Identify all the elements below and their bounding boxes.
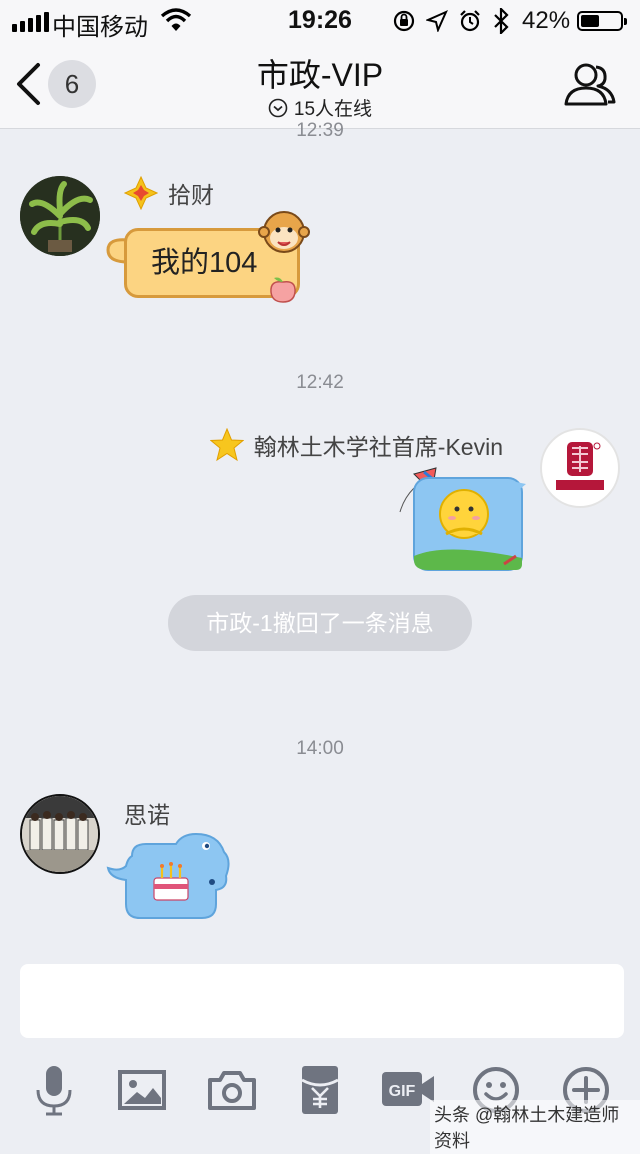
red-packet-icon[interactable]	[292, 1062, 348, 1118]
sender-name: 拾财	[124, 176, 214, 210]
sender-name-text: 思诺	[124, 802, 170, 828]
group-photo-icon	[22, 796, 98, 872]
timestamp: 12:42	[296, 372, 344, 393]
diamond-star-icon	[124, 176, 158, 210]
battery-percentage: 42%	[522, 7, 571, 34]
message-text: 我的104	[151, 247, 258, 279]
sender-name-text: 翰林土木学社首席-Kevin	[253, 434, 503, 460]
watermark-text: 头条 @翰林土木建造师资料	[430, 1100, 640, 1154]
avatar[interactable]	[20, 176, 100, 256]
peach-icon	[270, 277, 296, 303]
timestamp: 14:00	[296, 738, 344, 759]
camera-icon[interactable]	[204, 1062, 260, 1118]
sender-name: 思诺	[124, 796, 170, 830]
microphone-icon[interactable]	[26, 1062, 82, 1118]
online-status[interactable]: 15人在线	[0, 94, 640, 121]
gif-icon[interactable]: GIF	[378, 1062, 438, 1118]
avatar[interactable]	[540, 428, 620, 508]
sender-name: 翰林土木学社首席-Kevin	[209, 428, 503, 462]
alarm-icon	[460, 10, 480, 32]
plant-photo-icon	[20, 176, 100, 256]
battery-icon	[577, 11, 627, 31]
emoji-sticker-message[interactable]	[396, 464, 526, 576]
avatar[interactable]	[20, 794, 100, 874]
group-members-icon[interactable]	[562, 58, 616, 112]
status-bar: 中国移动 19:26 42%	[0, 0, 640, 41]
recall-notice: 市政-1撤回了一条消息	[168, 595, 472, 651]
gif-label: GIF	[389, 1083, 416, 1100]
monkey-sticker-icon	[258, 211, 310, 253]
online-count-label: 15人在线	[293, 99, 373, 120]
sender-name-text: 拾财	[168, 182, 214, 208]
chat-header: 6 市政-VIP 15人在线	[0, 40, 640, 129]
message-input[interactable]	[20, 964, 624, 1038]
image-icon[interactable]	[115, 1062, 171, 1118]
star-icon	[209, 428, 244, 462]
location-icon	[426, 10, 448, 32]
seal-logo-icon	[543, 431, 617, 505]
chevron-down-circle-icon	[268, 98, 288, 117]
bluetooth-icon	[494, 8, 509, 34]
group-title[interactable]: 市政-VIP	[0, 50, 640, 96]
cake-sticker-message[interactable]	[106, 832, 234, 924]
orientation-lock-icon	[393, 10, 415, 32]
timestamp: 12:39	[296, 120, 344, 141]
